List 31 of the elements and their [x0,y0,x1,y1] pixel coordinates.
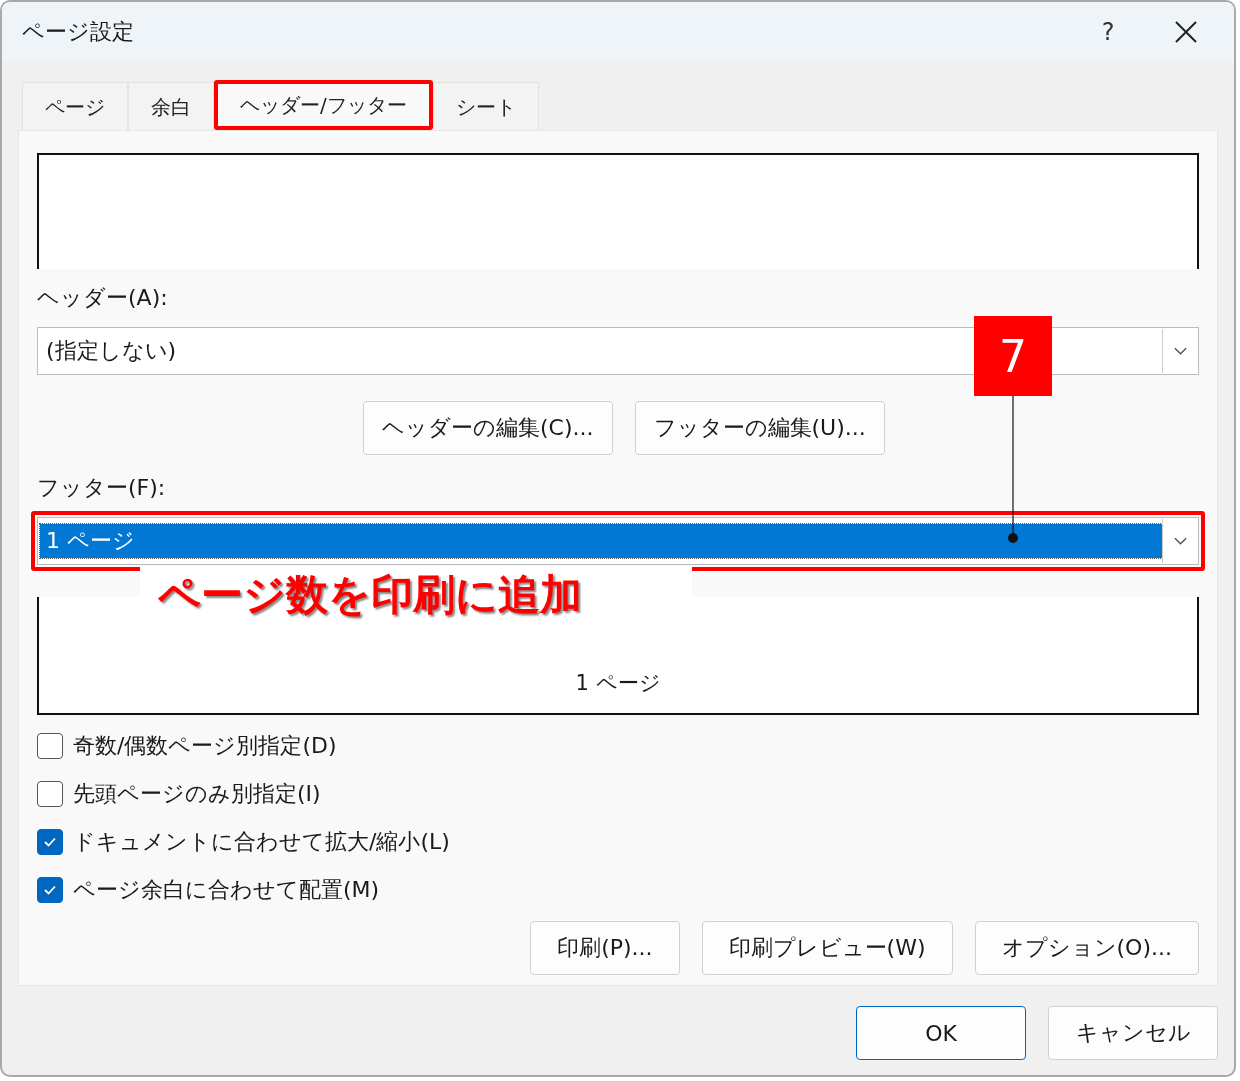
edit-button[interactable]: フッターの編集(U)... [634,401,885,455]
edit-button[interactable]: ヘッダーの編集(C)... [363,401,613,455]
dropdown-value: (指定しない) [45,337,178,365]
checkbox-label: ドキュメントに合わせて拡大/縮小(L) [73,828,450,856]
checkbox-label: ページ余白に合わせて配置(M) [73,876,380,904]
close-icon [1174,20,1198,44]
check-icon [43,884,57,896]
tab[interactable]: ページ [22,82,128,130]
footer-dropdown[interactable]: 1 ページ [37,517,1199,565]
checkbox-label: 先頭ページのみ別指定(I) [73,780,321,808]
tab[interactable]: 余白 [128,82,214,130]
step-badge: 7 [974,316,1052,396]
dropdown-value: 1 ページ [40,524,1162,558]
checkbox[interactable] [37,829,63,855]
header-label: ヘッダー(A): [37,284,169,312]
footer-preview-text: 1 ページ [575,670,661,697]
checkbox[interactable] [37,877,63,903]
ok-button[interactable]: OK [856,1006,1026,1060]
action-button[interactable]: オプション(O)... [974,921,1199,975]
help-button[interactable]: ? [1078,4,1138,60]
checkbox[interactable] [37,733,63,759]
tab[interactable]: ヘッダー/フッター [214,80,433,130]
action-button[interactable]: 印刷プレビュー(W) [701,921,953,975]
footer-label: フッター(F): [37,474,167,502]
window-title: ページ設定 [22,18,135,46]
action-button[interactable]: 印刷(P)... [530,921,680,975]
checkbox-label: 奇数/偶数ページ別指定(D) [73,732,337,760]
checkbox[interactable] [37,781,63,807]
check-icon [43,836,57,848]
tab[interactable]: シート [432,82,539,130]
cancel-button[interactable]: キャンセル [1048,1006,1218,1060]
